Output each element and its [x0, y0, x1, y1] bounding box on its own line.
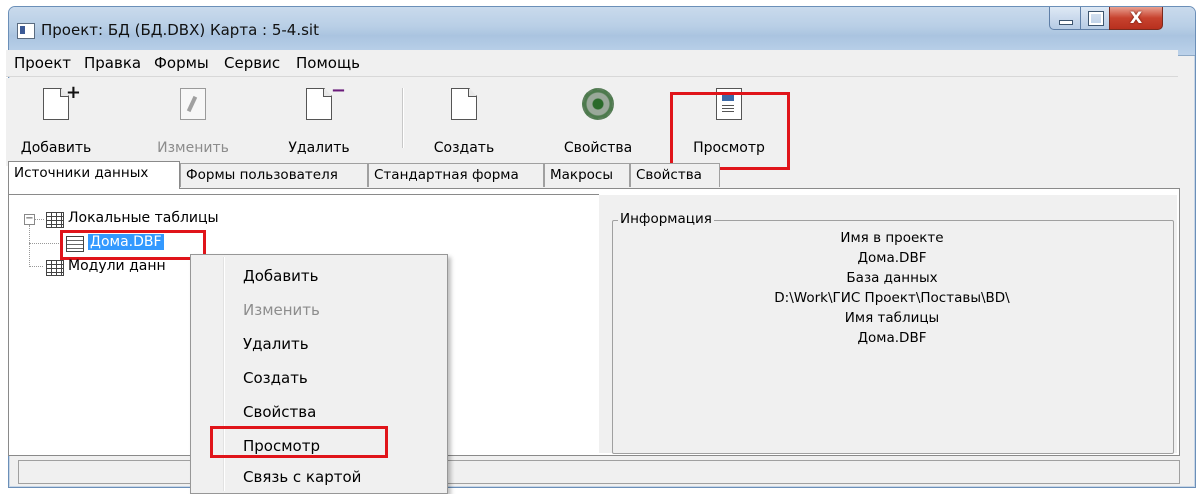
- maximize-button[interactable]: [1080, 7, 1110, 30]
- table-icon: [66, 236, 84, 252]
- menu-forms[interactable]: Формы: [154, 54, 209, 72]
- toolbar: + Добавить Изменить − Удалить Создать Св…: [6, 78, 1178, 166]
- context-menu-add[interactable]: Добавить: [243, 267, 319, 285]
- tab-properties[interactable]: Свойства: [630, 163, 720, 187]
- delete-button[interactable]: − Удалить: [276, 78, 362, 160]
- tree-connector: [29, 243, 63, 244]
- edit-doc-icon: [180, 88, 206, 120]
- close-icon: X: [1129, 8, 1143, 27]
- properties-button-label: Свойства: [563, 140, 633, 156]
- context-menu-edit[interactable]: Изменить: [243, 301, 320, 319]
- view-button[interactable]: Просмотр: [680, 78, 778, 160]
- tree-item-local-tables[interactable]: Локальные таблицы: [68, 210, 219, 226]
- menu-project[interactable]: Проект: [14, 54, 71, 72]
- info-label-table-name: Имя таблицы: [844, 310, 940, 326]
- info-content: Имя в проекте Дома.DBF База данных D:\Wo…: [612, 228, 1172, 348]
- info-label-project-name: Имя в проекте: [840, 230, 944, 246]
- context-menu-link-map[interactable]: Связь с картой: [243, 468, 361, 486]
- edit-button-label: Изменить: [157, 140, 229, 156]
- tree-connector: [34, 219, 44, 220]
- context-menu-create[interactable]: Создать: [243, 369, 308, 387]
- maximize-icon: [1088, 11, 1104, 26]
- menu-service[interactable]: Сервис: [224, 54, 280, 72]
- add-button-label: Добавить: [20, 140, 92, 156]
- context-menu-gutter: [223, 257, 225, 491]
- info-value-table-name: Дома.DBF: [857, 330, 927, 346]
- close-button[interactable]: X: [1109, 7, 1163, 30]
- tab-user-forms[interactable]: Формы пользователя: [180, 163, 368, 187]
- context-menu-view[interactable]: Просмотр: [243, 437, 320, 455]
- tab-standard-form[interactable]: Стандартная форма: [368, 163, 544, 187]
- info-legend: Информация: [618, 211, 714, 227]
- gear-icon: [582, 88, 614, 120]
- info-value-database: D:\Work\ГИС Проект\Поставы\BD\: [774, 290, 1010, 306]
- toolbar-separator: [402, 88, 404, 148]
- tab-macros[interactable]: Макросы: [544, 163, 630, 187]
- table-icon: [46, 260, 64, 276]
- title-bar: Проект: БД (БД.DBX) Карта : 5-4.sit X: [9, 7, 1195, 56]
- tree-connector: [29, 225, 30, 267]
- tree-collapse-toggle[interactable]: −: [24, 214, 35, 225]
- view-doc-icon: [716, 88, 742, 120]
- tree-item-data-modules[interactable]: Модули данн: [68, 258, 166, 274]
- properties-button[interactable]: Свойства: [556, 78, 640, 160]
- minimize-button[interactable]: [1049, 7, 1081, 30]
- add-doc-icon: +: [43, 82, 81, 120]
- context-menu-delete[interactable]: Удалить: [243, 335, 309, 353]
- menu-edit[interactable]: Правка: [84, 54, 141, 72]
- tree-item-selected-table[interactable]: Дома.DBF: [88, 234, 164, 250]
- window-icon: [17, 23, 35, 39]
- delete-button-label: Удалить: [288, 140, 350, 156]
- view-button-label: Просмотр: [693, 140, 765, 156]
- add-button[interactable]: + Добавить: [10, 78, 102, 160]
- context-menu-properties[interactable]: Свойства: [243, 403, 316, 421]
- edit-button[interactable]: Изменить: [154, 78, 232, 160]
- minimize-icon: [1059, 20, 1073, 25]
- create-button-label: Создать: [433, 140, 495, 156]
- menu-help[interactable]: Помощь: [296, 54, 360, 72]
- create-button[interactable]: Создать: [424, 78, 504, 160]
- tab-data-sources[interactable]: Источники данных: [8, 161, 180, 189]
- info-label-database: База данных: [846, 270, 938, 286]
- info-value-project-name: Дома.DBF: [857, 250, 927, 266]
- delete-doc-icon: −: [306, 80, 346, 120]
- window-title: Проект: БД (БД.DBX) Карта : 5-4.sit: [41, 21, 319, 39]
- menu-bar: Проект Правка Формы Сервис Помощь: [6, 50, 1178, 77]
- tree-connector: [29, 266, 43, 267]
- context-menu: Добавить Изменить Удалить Создать Свойст…: [190, 254, 448, 494]
- new-doc-icon: [451, 88, 477, 120]
- table-icon: [46, 212, 64, 228]
